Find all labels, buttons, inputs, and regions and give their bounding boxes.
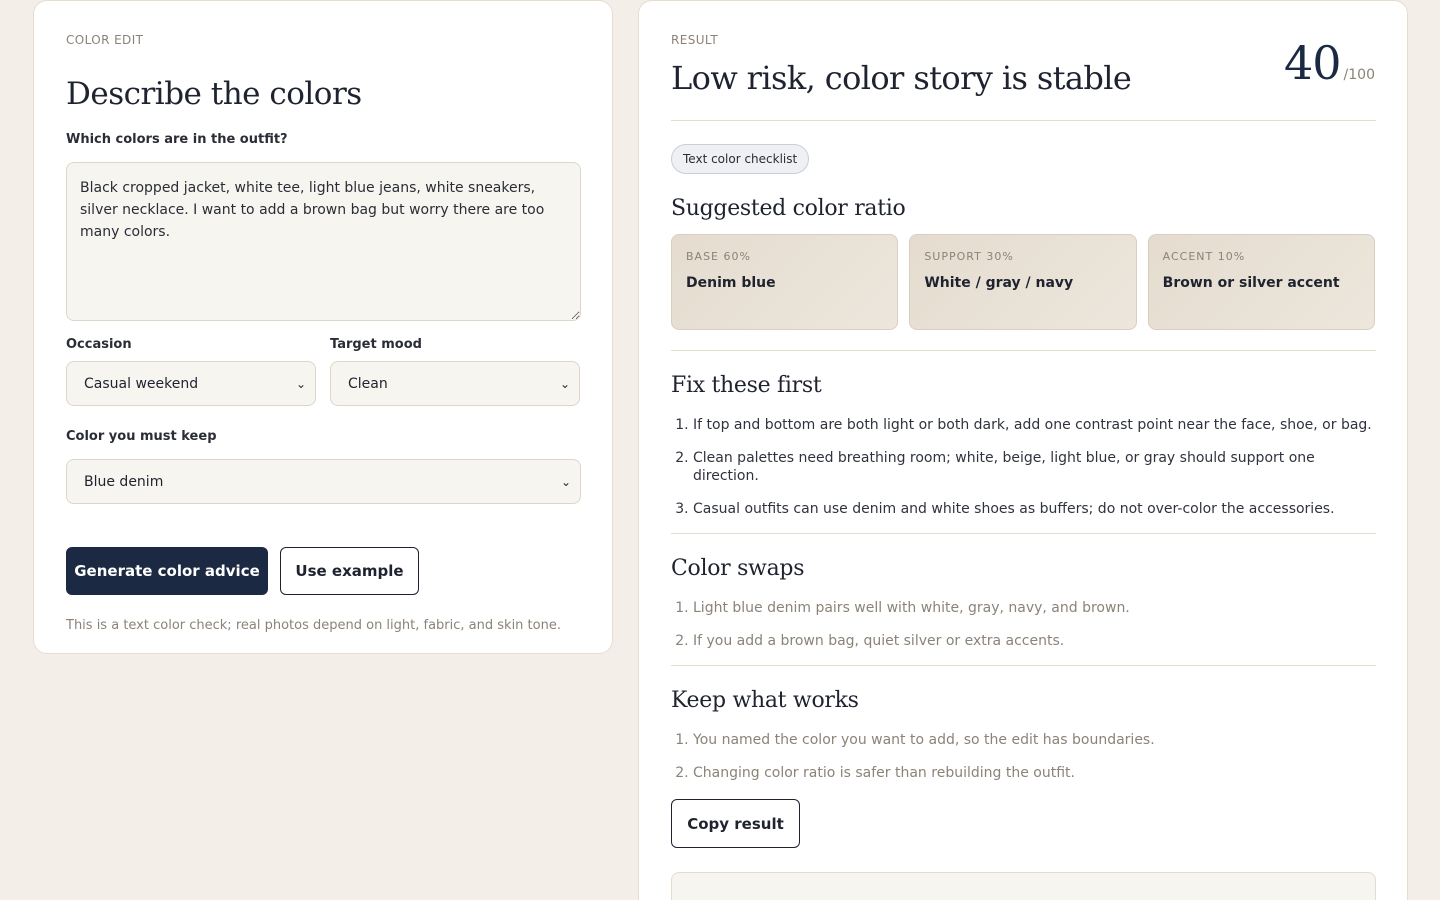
divider [671,350,1376,351]
next-section-stub [671,872,1376,900]
occasion-value: Casual weekend [84,375,199,392]
list-item: You named the color you want to add, so … [693,731,1375,749]
result-panel: RESULT Low risk, color story is stable 4… [638,0,1408,900]
color-edit-panel: COLOR EDIT Describe the colors Which col… [33,0,613,654]
copy-result-button[interactable]: Copy result [671,799,800,848]
divider [671,533,1376,534]
ratio-card-base: BASE 60% Denim blue [671,234,899,330]
list-item: Clean palettes need breathing room; whit… [693,449,1375,485]
occasion-label: Occasion [66,337,132,352]
chevron-down-icon: ⌄ [559,376,570,391]
list-item: Casual outfits can use denim and white s… [693,500,1375,518]
chevron-down-icon: ⌄ [295,376,306,391]
score-value: 40 [1284,36,1342,90]
keep-color-label: Color you must keep [66,429,217,444]
list-item: Light blue denim pairs well with white, … [693,599,1375,617]
use-example-button[interactable]: Use example [280,547,419,595]
occasion-field: Occasion Casual weekend ⌄ [66,337,316,406]
ratio-cards: BASE 60% Denim blue SUPPORT 30% White / … [671,234,1375,330]
chevron-down-icon: ⌄ [560,474,571,489]
disclaimer-note: This is a text color check; real photos … [66,618,561,633]
swaps-title: Color swaps [671,556,805,581]
generate-advice-button[interactable]: Generate color advice [66,547,268,595]
panel-eyebrow: COLOR EDIT [66,33,144,47]
result-header: RESULT Low risk, color story is stable 4… [671,33,1375,97]
list-item: If top and bottom are both light or both… [693,416,1375,434]
risk-score: 40 /100 [1284,36,1375,90]
ratio-tag: BASE 60% [686,250,751,263]
swaps-list: Light blue denim pairs well with white, … [671,599,1375,650]
fix-title: Fix these first [671,373,822,398]
mood-value: Clean [348,375,388,392]
panel-title: Describe the colors [66,76,362,112]
ratio-title: Suggested color ratio [671,196,906,221]
result-title: Low risk, color story is stable [671,59,1132,97]
keep-color-value: Blue denim [84,473,164,490]
divider [671,120,1376,121]
action-row: Generate color advice Use example [66,547,580,595]
keep-color-select[interactable]: Blue denim ⌄ [66,459,581,504]
result-eyebrow: RESULT [671,33,719,47]
ratio-value: Brown or silver accent [1162,275,1340,291]
divider [671,665,1376,666]
occasion-select[interactable]: Casual weekend ⌄ [66,361,316,406]
ratio-card-accent: ACCENT 10% Brown or silver accent [1147,234,1375,330]
keep-list: You named the color you want to add, so … [671,731,1375,782]
outfit-colors-label: Which colors are in the outfit? [66,132,288,147]
ratio-card-support: SUPPORT 30% White / gray / navy [909,234,1137,330]
list-item: If you add a brown bag, quiet silver or … [693,632,1375,650]
fix-list: If top and bottom are both light or both… [671,416,1375,518]
ratio-tag: SUPPORT 30% [924,250,1014,263]
ratio-value: Denim blue [686,275,776,291]
list-item: Changing color ratio is safer than rebui… [693,764,1375,782]
mood-label: Target mood [330,337,422,352]
checklist-chip: Text color checklist [671,144,810,174]
mood-field: Target mood Clean ⌄ [330,337,580,406]
mood-select[interactable]: Clean ⌄ [330,361,580,406]
ratio-value: White / gray / navy [924,275,1074,291]
score-max: /100 [1343,67,1375,83]
keep-title: Keep what works [671,688,859,713]
ratio-tag: ACCENT 10% [1162,250,1246,263]
occasion-mood-row: Occasion Casual weekend ⌄ Target mood Cl… [66,337,580,406]
outfit-colors-textarea[interactable]: Black cropped jacket, white tee, light b… [66,162,581,321]
